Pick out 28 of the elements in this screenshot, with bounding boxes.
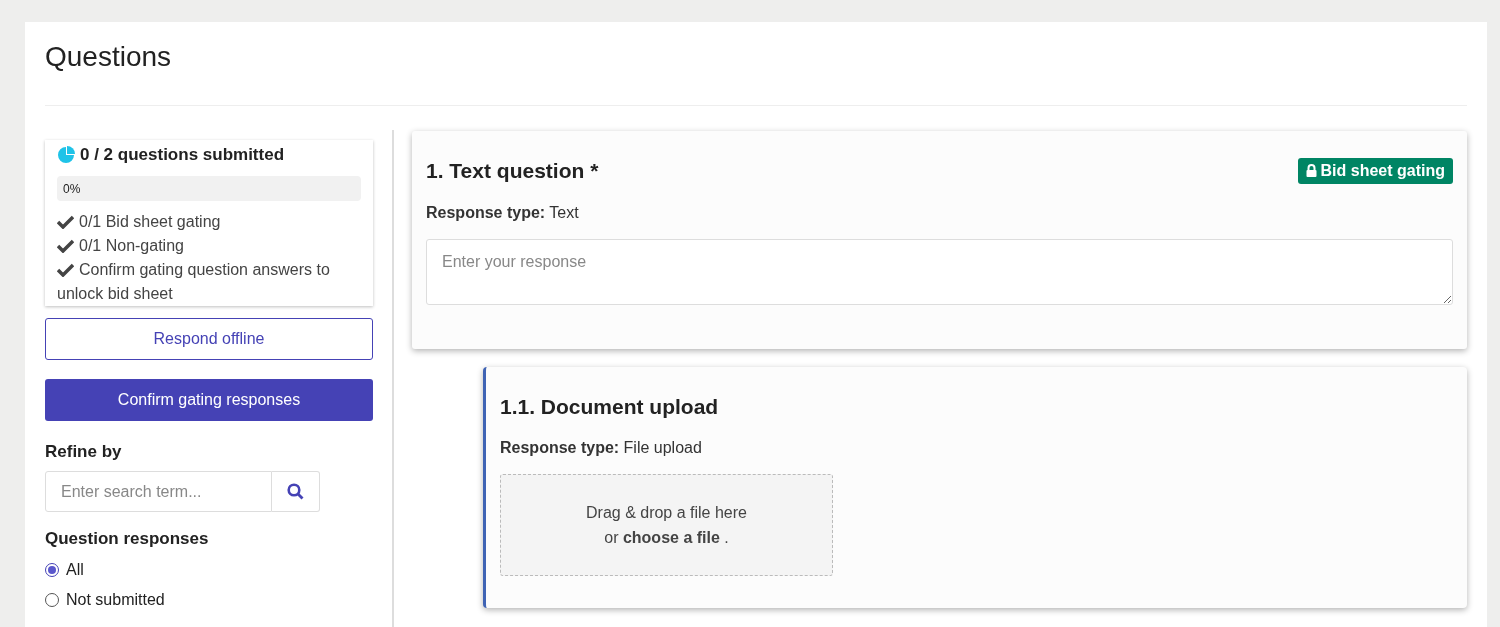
progress-label: 0% [63, 180, 81, 198]
confirm-button[interactable]: Confirm gating responses [45, 378, 373, 421]
section-heading: Question responses [45, 528, 210, 550]
search-field[interactable]: Enter search term... [45, 471, 272, 512]
search-button[interactable] [272, 471, 320, 512]
drop-instruction: Drag & drop a file here [586, 503, 747, 523]
checkmark-icon [57, 214, 74, 229]
search-icon [287, 483, 304, 500]
status-item: Confirm gating question answers to unlock bid sheet [57, 259, 331, 304]
page-title: Questions [45, 40, 172, 74]
section-heading: Refine by [45, 440, 123, 463]
radio-option[interactable]: All [45, 557, 373, 582]
status-item: 0/1 Bid sheet gating [57, 209, 361, 234]
pie-chart-icon [57, 145, 75, 164]
response-type: Response type: Text [426, 202, 580, 223]
checkmark-icon [57, 262, 74, 277]
choose-file-link[interactable]: or choose a file . [604, 525, 729, 550]
file-drop-zone[interactable]: Drag & drop a file here or choose a file . [500, 474, 833, 576]
gating-badge: Bid sheet gating [1297, 157, 1453, 184]
response-field[interactable]: Enter your response [426, 238, 1453, 305]
status-item: 0/1 Non-gating [57, 233, 361, 258]
response-type: Response type: File upload [500, 438, 703, 458]
offline-button[interactable]: Respond offline [45, 317, 373, 360]
question-title: 1. Text question * [426, 158, 599, 184]
radio-option[interactable]: Not submitted [45, 587, 373, 612]
checkmark-icon [57, 238, 74, 253]
question-title: 1.1. Document upload [500, 393, 719, 420]
summary-heading: 0 / 2 questions submitted [80, 144, 285, 166]
